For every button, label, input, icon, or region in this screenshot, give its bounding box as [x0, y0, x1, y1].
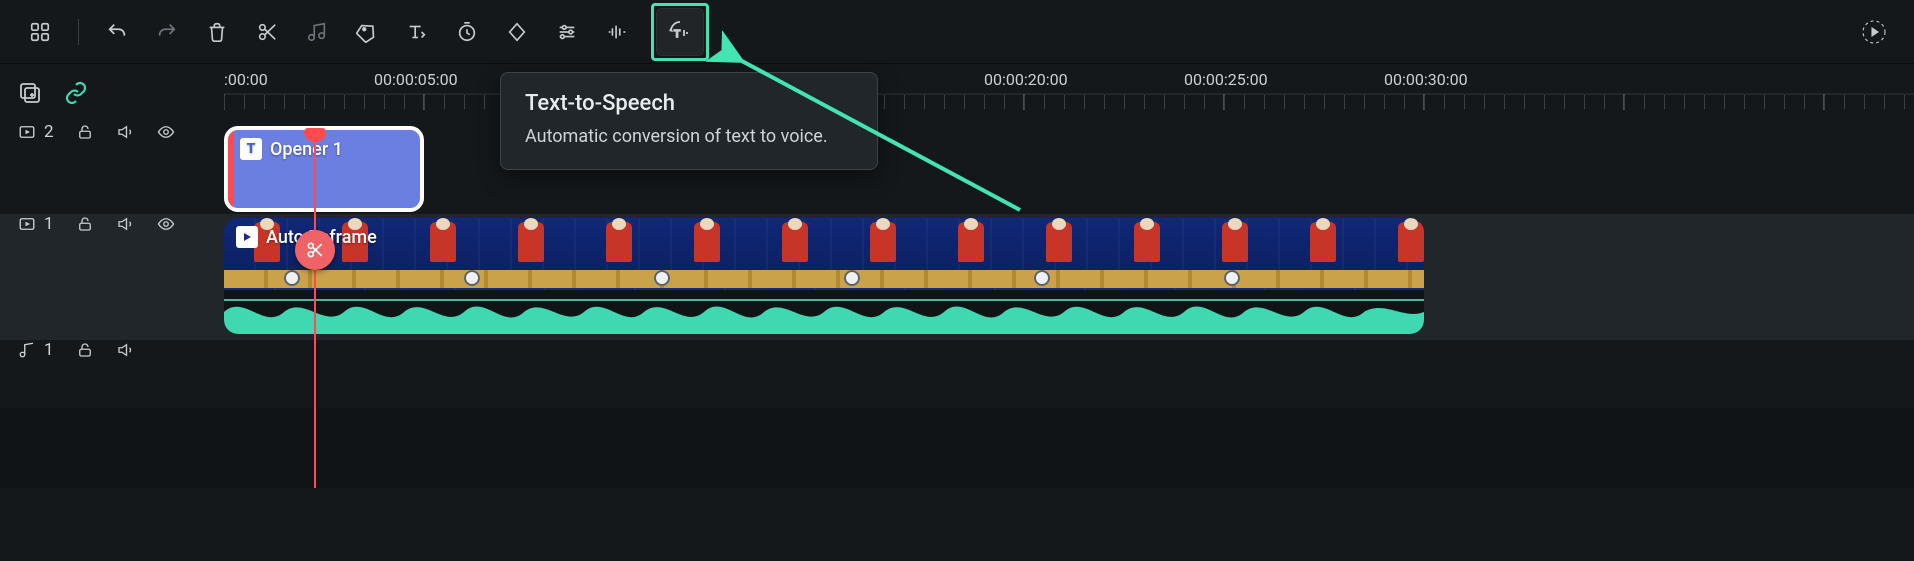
- toolbar-divider: [78, 19, 79, 45]
- text-to-speech-icon[interactable]: T: [656, 8, 704, 56]
- tag-icon[interactable]: [345, 10, 389, 54]
- lock-icon[interactable]: [76, 123, 94, 141]
- track-body[interactable]: T Opener 1: [224, 122, 1914, 214]
- split-scissors-badge[interactable]: [295, 230, 335, 270]
- time-ruler[interactable]: :00:00 00:00:05:00 00:00:20:00 00:00:25:…: [224, 64, 1914, 122]
- timeline-panel: :00:00 00:00:05:00 00:00:20:00 00:00:25:…: [0, 64, 1914, 488]
- track-body[interactable]: [224, 340, 1914, 408]
- ruler-side-controls: [0, 64, 224, 122]
- tooltip-text-to-speech: Text-to-Speech Automatic conversion of t…: [500, 72, 878, 170]
- clip-opener[interactable]: T Opener 1: [224, 126, 424, 212]
- tooltip-title: Text-to-Speech: [525, 91, 853, 116]
- speaker-icon[interactable]: [116, 215, 134, 233]
- keyframe-icon[interactable]: [495, 10, 539, 54]
- track-header: 1: [0, 214, 224, 234]
- playhead[interactable]: [314, 128, 316, 488]
- render-preview-icon[interactable]: [1852, 10, 1896, 54]
- timeline-toolbar: T: [0, 0, 1914, 64]
- play-badge-icon: [236, 226, 258, 248]
- lock-icon[interactable]: [76, 341, 94, 359]
- track-index: 2: [44, 122, 54, 142]
- track-kind-label: 2: [18, 122, 54, 142]
- track-header: 2: [0, 122, 224, 142]
- track-row: 1: [0, 340, 1914, 408]
- track-kind-label: 1: [18, 340, 54, 360]
- track-index: 1: [44, 340, 54, 360]
- add-media-icon[interactable]: [18, 81, 42, 105]
- svg-text:T: T: [674, 29, 680, 40]
- text-type-icon[interactable]: [395, 10, 439, 54]
- undo-icon[interactable]: [95, 10, 139, 54]
- tts-highlight: T: [651, 3, 709, 61]
- scissors-icon[interactable]: [245, 10, 289, 54]
- speaker-icon[interactable]: [116, 123, 134, 141]
- speaker-icon[interactable]: [116, 341, 134, 359]
- audio-wave-icon[interactable]: [595, 10, 639, 54]
- clip-title-text: Opener 1: [270, 139, 343, 160]
- eye-icon[interactable]: [156, 123, 176, 141]
- timeline-empty-area[interactable]: [0, 408, 1914, 488]
- stopwatch-icon[interactable]: [445, 10, 489, 54]
- text-clip-badge: T: [240, 138, 262, 160]
- eye-icon[interactable]: [156, 215, 176, 233]
- track-body[interactable]: Auto Reframe: [224, 214, 1914, 340]
- trash-icon[interactable]: [195, 10, 239, 54]
- link-icon[interactable]: [64, 81, 88, 105]
- clip-video[interactable]: Auto Reframe: [224, 218, 1424, 334]
- clip-waveform: [224, 290, 1424, 334]
- track-row: 1: [0, 214, 1914, 340]
- track-row: 2 T Opener 1: [0, 122, 1914, 214]
- track-kind-label: 1: [18, 214, 54, 234]
- ruler-row: :00:00 00:00:05:00 00:00:20:00 00:00:25:…: [0, 64, 1914, 122]
- music-note-icon[interactable]: [295, 10, 339, 54]
- track-header: 1: [0, 340, 224, 360]
- clip-title: T Opener 1: [240, 138, 343, 160]
- tooltip-body: Automatic conversion of text to voice.: [525, 126, 853, 147]
- clip-thumbnail-strip: [224, 218, 1424, 288]
- grid-icon[interactable]: [18, 10, 62, 54]
- redo-icon[interactable]: [145, 10, 189, 54]
- sliders-icon[interactable]: [545, 10, 589, 54]
- track-index: 1: [44, 214, 54, 234]
- lock-icon[interactable]: [76, 215, 94, 233]
